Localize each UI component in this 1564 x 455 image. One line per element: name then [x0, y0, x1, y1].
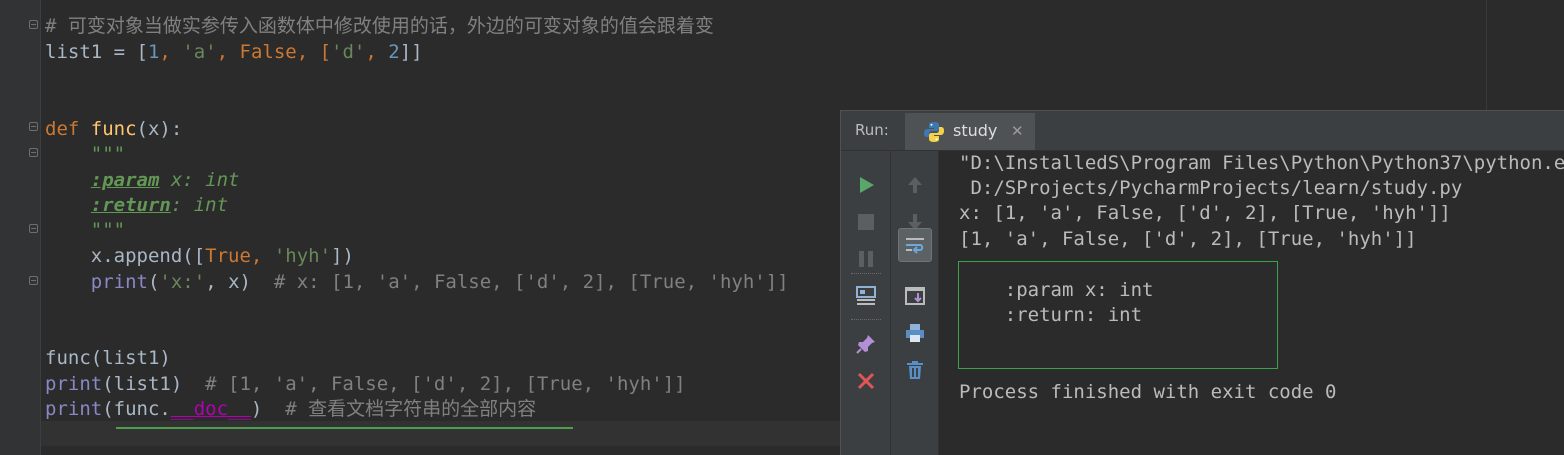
code-number: 2 — [388, 41, 400, 63]
console-line: x: [1, 'a', False, ['d', 2], [True, 'hyh… — [959, 202, 1451, 224]
code-text: (x): — [136, 118, 183, 140]
python-icon — [923, 121, 945, 143]
run-header: Run: study ✕ — [841, 111, 1564, 151]
close-icon[interactable]: ✕ — [1011, 122, 1024, 140]
code-docstring: """ — [45, 219, 126, 241]
code-text: ]) — [331, 245, 354, 267]
code-line[interactable]: list1 = [1, 'a', False, ['d', 2]] — [45, 40, 423, 65]
play-icon[interactable] — [854, 173, 878, 197]
code-string: 'hyh' — [273, 245, 332, 267]
code-keyword: def — [45, 118, 91, 140]
pin-icon[interactable] — [854, 332, 878, 356]
code-line[interactable]: :return: int — [45, 193, 228, 218]
code-text: , x) — [205, 271, 274, 293]
print-icon[interactable] — [903, 321, 927, 345]
code-string: 'd' — [331, 41, 366, 63]
console-line: [1, 'a', False, ['d', 2], [True, 'hyh']] — [959, 228, 1417, 250]
code-magic-attribute: __doc__ — [170, 398, 251, 420]
fold-marker[interactable]: − — [29, 276, 38, 285]
code-string: 'x:' — [159, 271, 206, 293]
code-line[interactable]: print(list1) # [1, 'a', False, ['d', 2],… — [45, 372, 686, 397]
code-text: ]] — [399, 41, 423, 63]
code-docstring — [45, 169, 91, 191]
code-comment: # x: [1, 'a', False, ['d', 2], [True, 'h… — [273, 271, 789, 293]
code-line[interactable]: print(func.__doc__) # 查看文档字符串的全部内容 — [45, 397, 536, 422]
toolbar-separator — [851, 273, 881, 274]
code-line[interactable]: :param x: int — [45, 168, 240, 193]
fold-marker[interactable]: − — [29, 224, 38, 233]
code-line[interactable]: print('x:', x) # x: [1, 'a', False, ['d'… — [45, 270, 789, 295]
fold-marker[interactable]: − — [29, 20, 38, 29]
current-line-highlight — [41, 421, 841, 446]
toolbar-separator — [851, 319, 881, 320]
code-string: 'a' — [182, 41, 217, 63]
code-builtin: print — [45, 398, 103, 420]
console-line: :return: int — [959, 304, 1143, 326]
code-docstring: """ — [45, 143, 126, 165]
code-line[interactable]: """ — [45, 218, 125, 243]
code-number: 1 — [147, 41, 160, 63]
code-line[interactable]: # 可变对象当做实参传入函数体中修改使用的话，外边的可变对象的值会跟着变 — [45, 14, 714, 39]
code-comment: # [1, 'a', False, ['d', 2], [True, 'hyh'… — [205, 373, 686, 395]
gutter-separator — [40, 0, 41, 455]
close-icon[interactable] — [854, 369, 878, 393]
code-line[interactable]: """ — [45, 142, 125, 167]
console-line: D:/SProjects/PycharmProjects/learn/study… — [959, 177, 1463, 199]
run-toolbar-secondary — [891, 151, 939, 455]
code-keyword: False — [239, 41, 297, 63]
dump-threads-icon[interactable] — [854, 283, 878, 307]
code-keyword: True — [205, 245, 251, 267]
code-punct: , [ — [296, 41, 332, 63]
code-function-name: func — [90, 118, 137, 140]
scroll-to-end-icon[interactable] — [903, 284, 927, 308]
code-punct: , — [250, 245, 274, 267]
fold-marker[interactable]: − — [29, 148, 38, 157]
code-punct: , — [159, 41, 183, 63]
soft-wrap-icon[interactable] — [903, 233, 927, 257]
console-output[interactable]: "D:\InstalledS\Program Files\Python\Pyth… — [939, 151, 1564, 455]
code-text: list1 = [ — [45, 41, 148, 63]
console-line: :param x: int — [959, 279, 1154, 301]
code-text: x.append([ — [45, 245, 206, 267]
code-docstring: : int — [170, 194, 229, 216]
code-line[interactable]: def func(x): — [45, 117, 182, 142]
run-tab-study[interactable]: study ✕ — [905, 113, 1035, 150]
pause-icon[interactable] — [854, 247, 878, 271]
code-punct: , — [216, 41, 240, 63]
code-text: ) — [250, 398, 286, 420]
code-docstring: x: int — [159, 169, 240, 191]
run-tool-window: Run: study ✕ "D:\InstalledS\Program File… — [840, 110, 1564, 455]
code-docstring — [45, 194, 91, 216]
run-label: Run: — [855, 121, 889, 139]
spellcheck-underline — [116, 427, 573, 429]
docstring-tag: :return — [90, 194, 171, 216]
run-tab-label: study — [953, 121, 998, 140]
code-punct: , — [365, 41, 389, 63]
code-line[interactable]: x.append([True, 'hyh']) — [45, 244, 354, 269]
code-line[interactable]: func(list1) — [45, 346, 171, 371]
code-comment: # 查看文档字符串的全部内容 — [285, 398, 537, 420]
stop-icon[interactable] — [854, 210, 878, 234]
docstring-tag: :param — [90, 169, 160, 191]
code-builtin: print — [45, 373, 103, 395]
fold-marker[interactable]: − — [29, 122, 38, 131]
code-text: func(list1) — [45, 347, 171, 369]
console-line: "D:\InstalledS\Program Files\Python\Pyth… — [959, 152, 1564, 174]
code-text: ( — [147, 271, 160, 293]
code-builtin: print — [90, 271, 148, 293]
trash-icon[interactable] — [903, 358, 927, 382]
code-comment: # 可变对象当做实参传入函数体中修改使用的话，外边的可变对象的值会跟着变 — [45, 15, 714, 37]
arrow-up-icon[interactable] — [903, 173, 927, 197]
console-exit-line: Process finished with exit code 0 — [959, 381, 1337, 403]
run-toolbar-primary — [841, 151, 891, 455]
code-text: (list1) — [102, 373, 206, 395]
code-text: (func. — [102, 398, 171, 420]
